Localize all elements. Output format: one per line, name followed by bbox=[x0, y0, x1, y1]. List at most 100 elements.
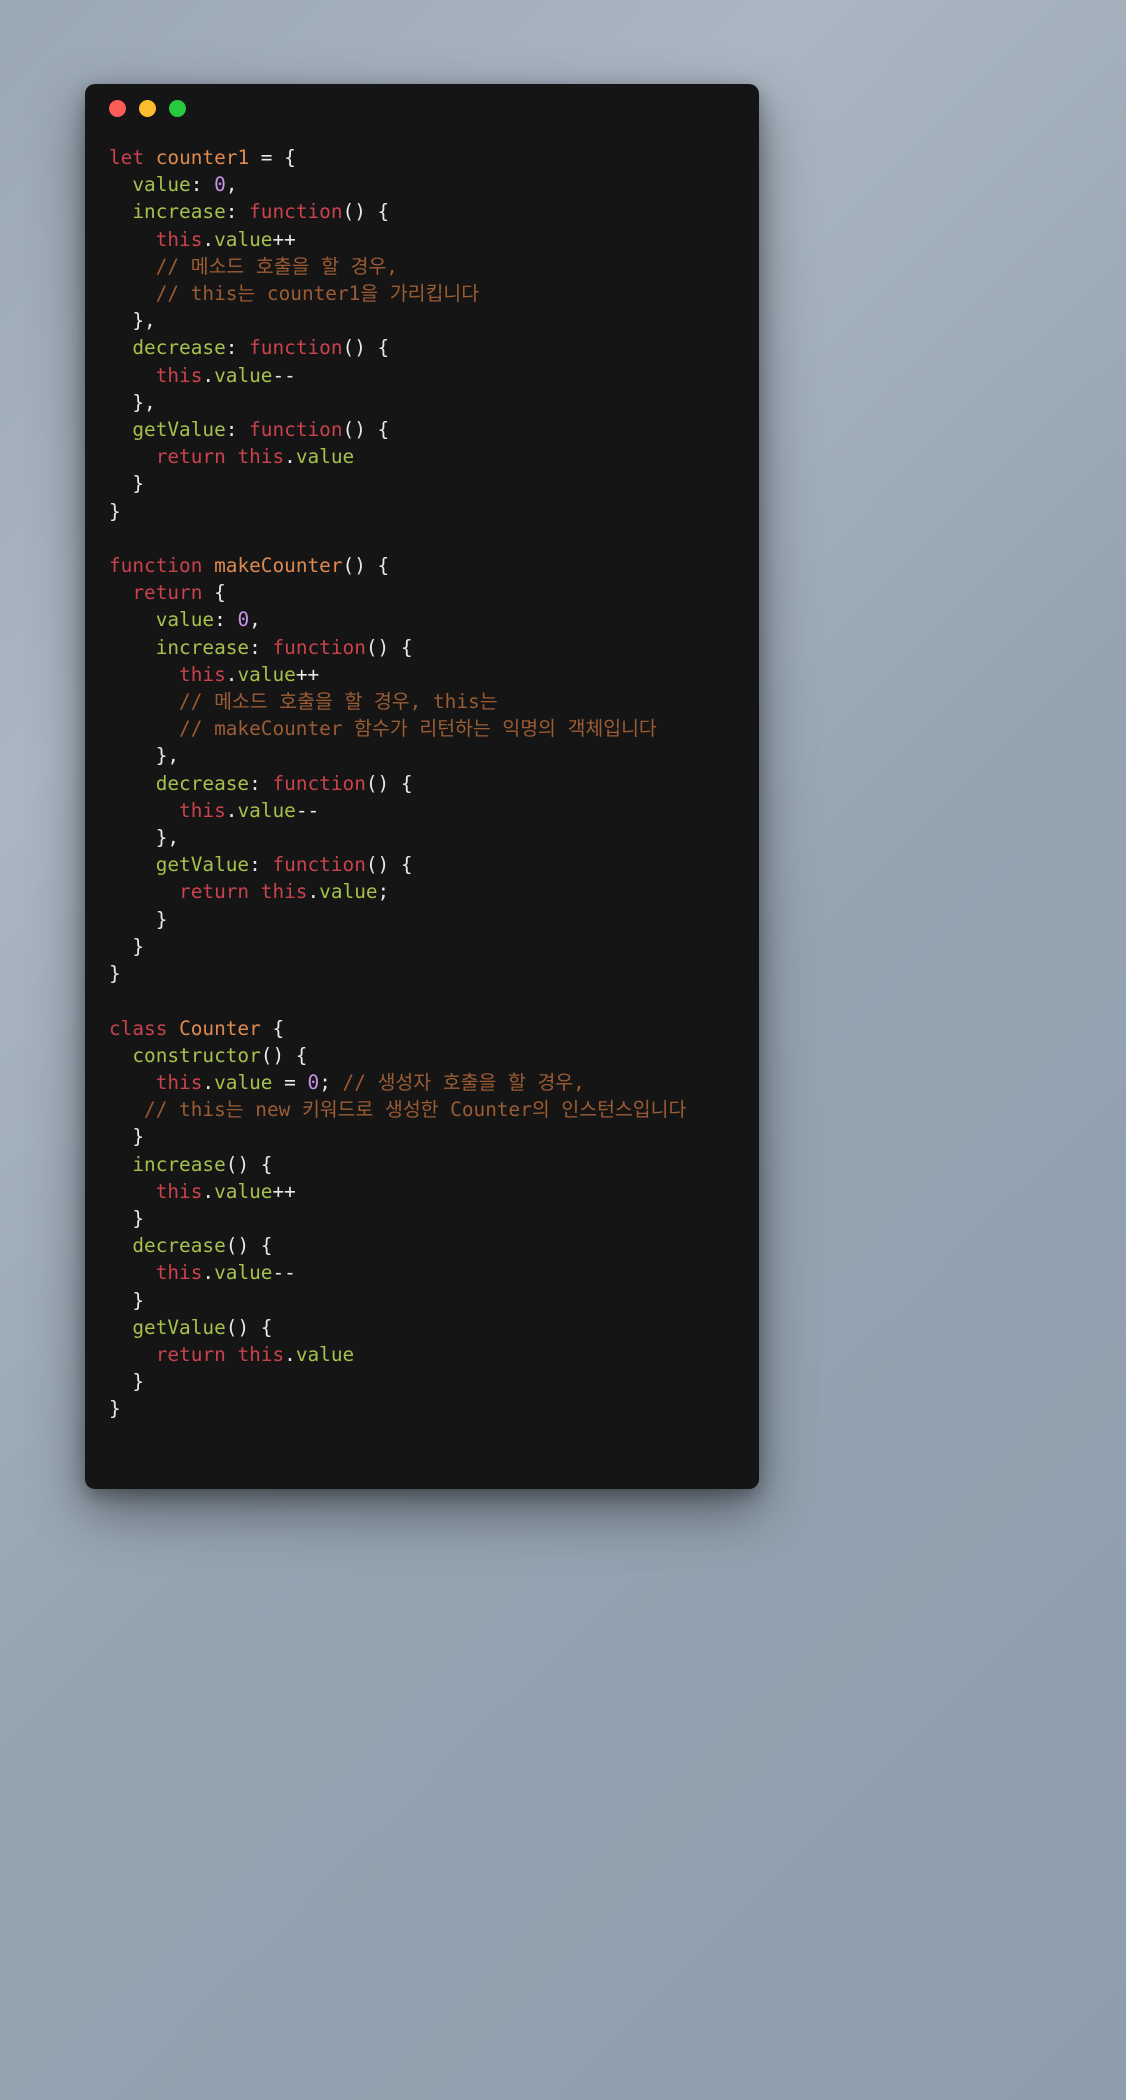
code-token-prop: increase bbox=[132, 1152, 226, 1176]
code-token-punc bbox=[109, 1098, 144, 1121]
code-line: increase: function() { bbox=[109, 198, 759, 225]
close-button-icon[interactable] bbox=[109, 99, 126, 117]
code-line: } bbox=[109, 1205, 759, 1232]
code-token-kw: this bbox=[155, 227, 203, 251]
code-token-punc: () { bbox=[260, 1043, 308, 1067]
code-line: getValue: function() { bbox=[109, 851, 759, 878]
code-line: function makeCounter() { bbox=[109, 552, 759, 579]
minimize-button-icon[interactable] bbox=[139, 99, 156, 117]
code-token-cmt: // this는 new 키워드로 생성한 Counter의 인스턴스입니다 bbox=[144, 1098, 687, 1122]
code-line: getValue() { bbox=[109, 1314, 759, 1341]
code-token-punc bbox=[109, 1153, 132, 1176]
code-token-punc: ++ bbox=[295, 662, 320, 686]
code-token-punc bbox=[109, 445, 156, 468]
code-token-punc: ; bbox=[319, 1070, 343, 1094]
maximize-button-icon[interactable] bbox=[169, 99, 186, 117]
code-token-punc bbox=[109, 880, 179, 903]
page-root: let counter1 = { value: 0, increase: fun… bbox=[0, 0, 1126, 2100]
code-line: // 메소드 호출을 할 경우, bbox=[109, 253, 759, 280]
code-token-punc bbox=[109, 1044, 132, 1067]
code-token-kw: this bbox=[179, 662, 226, 686]
code-token-punc: . bbox=[284, 445, 296, 469]
code-token-punc bbox=[109, 663, 179, 686]
code-token-prop: value bbox=[214, 1261, 273, 1285]
code-line: this.value++ bbox=[109, 226, 759, 253]
code-token-punc bbox=[109, 717, 179, 740]
code-line: decrease() { bbox=[109, 1232, 759, 1259]
code-line: }, bbox=[109, 742, 759, 769]
code-token-punc bbox=[109, 200, 132, 223]
code-token-kw: return bbox=[155, 1342, 226, 1366]
code-token-prop: value bbox=[214, 1179, 273, 1203]
code-token-prop: decrease bbox=[132, 1234, 226, 1258]
code-token-prop: decrease bbox=[155, 771, 250, 795]
code-token-punc: () { bbox=[342, 200, 390, 224]
code-line: // makeCounter 함수가 리턴하는 익명의 객체입니다 bbox=[109, 715, 759, 742]
code-token-punc: } bbox=[109, 1125, 145, 1149]
code-token-punc bbox=[109, 636, 156, 659]
code-token-punc bbox=[167, 1017, 179, 1040]
code-line: decrease: function() { bbox=[109, 334, 759, 361]
code-line: getValue: function() { bbox=[109, 416, 759, 443]
code-block[interactable]: let counter1 = { value: 0, increase: fun… bbox=[85, 132, 759, 1423]
code-line: this.value = 0; // 생성자 호출을 할 경우, bbox=[109, 1069, 759, 1096]
code-token-punc: . bbox=[202, 363, 215, 387]
code-token-punc bbox=[109, 1261, 156, 1284]
code-token-prop: value bbox=[214, 1070, 273, 1094]
code-token-punc: } bbox=[109, 1370, 145, 1394]
code-line: } bbox=[109, 470, 759, 497]
code-line: value: 0, bbox=[109, 171, 759, 198]
code-line: } bbox=[109, 1123, 759, 1150]
window-title-bar bbox=[85, 84, 759, 132]
code-token-punc: } bbox=[109, 934, 145, 958]
code-token-kw: this bbox=[155, 1179, 203, 1203]
code-token-punc: () { bbox=[225, 1152, 273, 1176]
code-token-cmt: // makeCounter 함수가 리턴하는 익명의 객체입니다 bbox=[179, 717, 657, 741]
code-token-punc: . bbox=[225, 662, 238, 686]
code-token-punc: = { bbox=[249, 146, 296, 169]
code-token-punc bbox=[109, 799, 179, 822]
code-line: return this.value bbox=[109, 1341, 759, 1368]
code-token-punc bbox=[249, 880, 261, 903]
code-token-punc: () { bbox=[342, 554, 390, 578]
code-token-kw: class bbox=[109, 1016, 168, 1040]
code-token-kw: function bbox=[109, 554, 203, 578]
code-token-punc: } bbox=[109, 962, 121, 986]
code-token-prop: increase bbox=[132, 200, 226, 224]
code-token-punc: }, bbox=[109, 826, 180, 850]
code-line: this.value++ bbox=[109, 661, 759, 688]
code-token-kw: this bbox=[260, 880, 308, 904]
code-token-punc bbox=[109, 690, 179, 713]
code-token-punc: }, bbox=[109, 390, 156, 414]
code-line: increase: function() { bbox=[109, 634, 759, 661]
code-token-kw: function bbox=[249, 336, 343, 360]
code-line: // this는 counter1을 가리킵니다 bbox=[109, 280, 759, 307]
code-token-punc: . bbox=[202, 1179, 215, 1203]
code-line: value: 0, bbox=[109, 606, 759, 633]
code-token-prop: decrease bbox=[132, 336, 226, 360]
code-token-punc: } bbox=[109, 499, 121, 523]
code-token-cmt: // 메소드 호출을 할 경우, this는 bbox=[179, 690, 498, 714]
code-token-punc: () { bbox=[365, 771, 413, 795]
code-line: this.value-- bbox=[109, 362, 759, 389]
code-token-punc: : bbox=[214, 608, 238, 632]
code-token-kw: return bbox=[132, 581, 203, 605]
code-token-kw: this bbox=[155, 1261, 203, 1285]
code-token-prop: value bbox=[214, 363, 273, 387]
code-token-punc: }, bbox=[109, 309, 156, 333]
code-line: return this.value bbox=[109, 443, 759, 470]
code-token-punc bbox=[109, 228, 156, 251]
code-token-punc: . bbox=[202, 1261, 215, 1285]
code-token-punc bbox=[109, 1343, 156, 1366]
code-token-punc: . bbox=[225, 798, 238, 822]
code-token-punc bbox=[109, 1180, 156, 1203]
code-token-punc: . bbox=[284, 1342, 296, 1366]
code-token-prop: value bbox=[295, 445, 355, 469]
code-token-punc: () { bbox=[342, 336, 390, 360]
code-token-kw: this bbox=[155, 1070, 203, 1094]
code-line: } bbox=[109, 1368, 759, 1395]
code-token-punc bbox=[109, 772, 156, 795]
code-token-kw: this bbox=[155, 363, 203, 387]
